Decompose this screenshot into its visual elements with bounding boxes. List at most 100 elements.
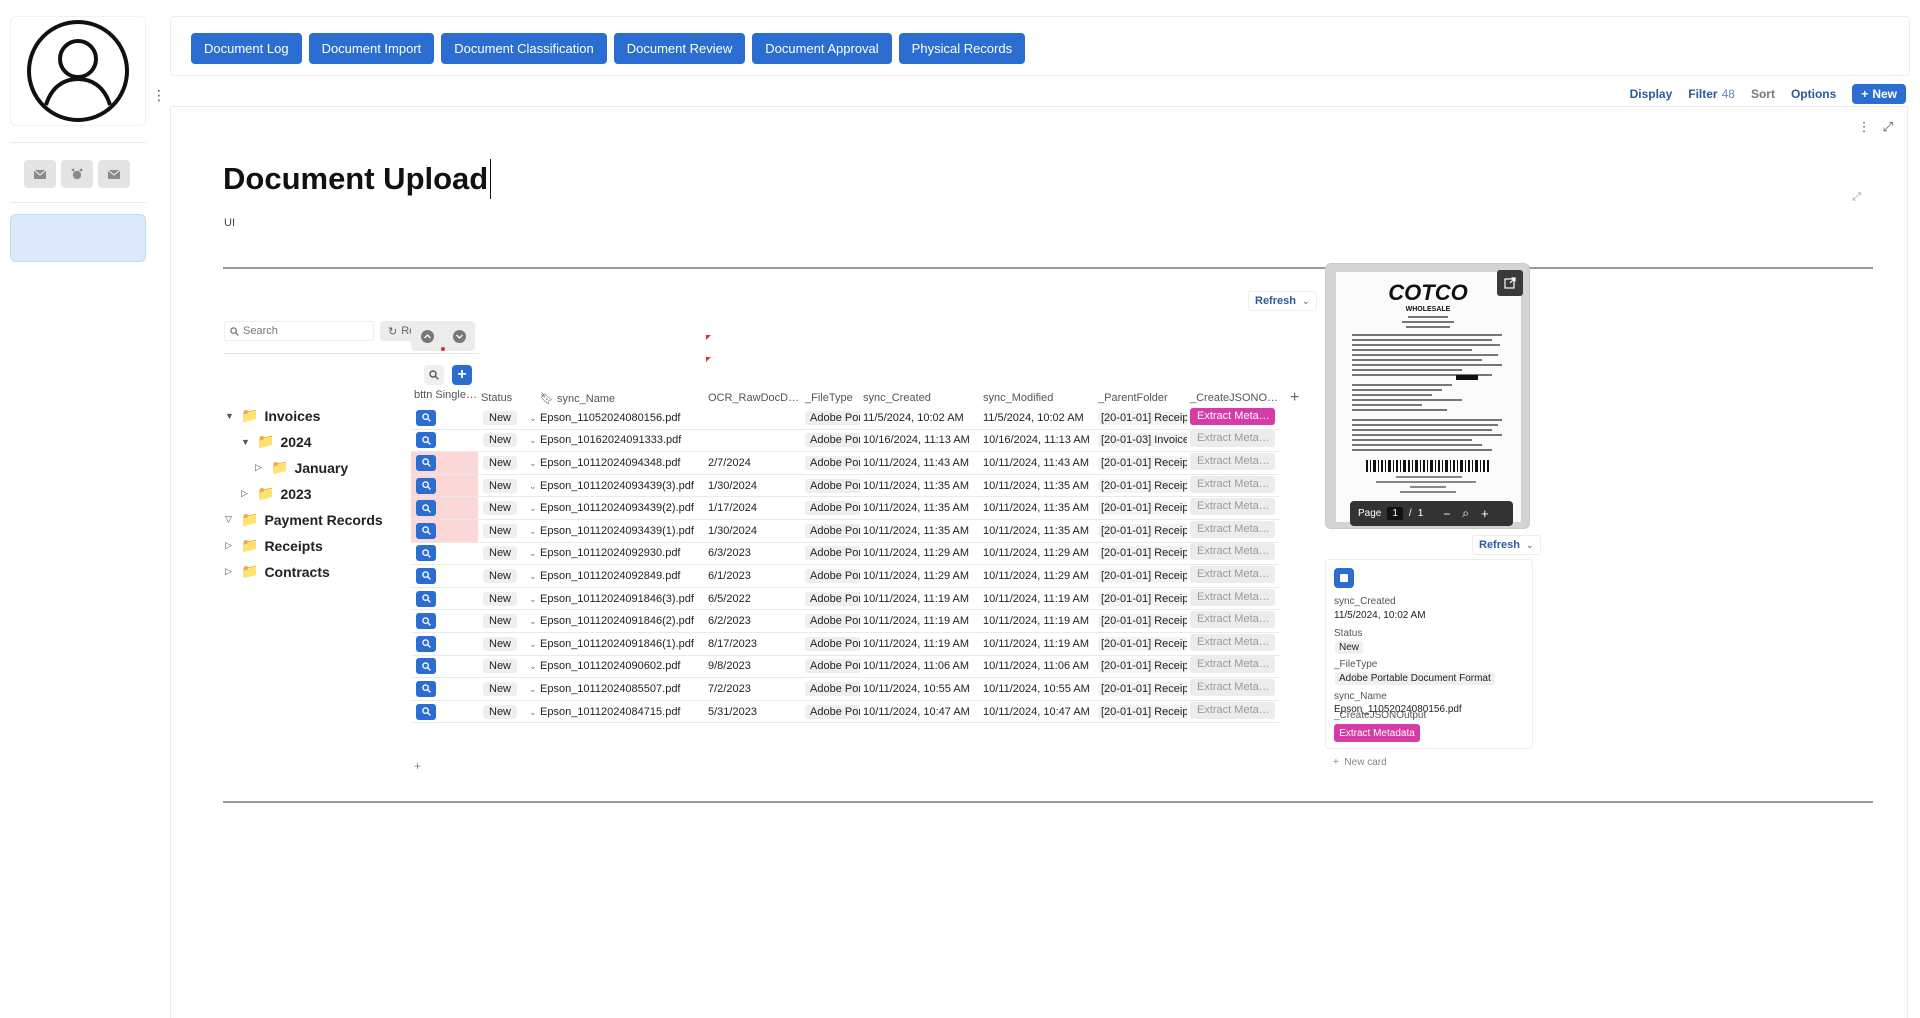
folder-cell[interactable]: [20-01-01] Receipts <box>1095 478 1187 493</box>
chevron-down-icon[interactable]: ⌄ <box>1526 540 1534 551</box>
extract-metadata-button[interactable]: Extract Metada... <box>1190 498 1275 516</box>
column-header[interactable]: _ParentFolder <box>1095 392 1187 404</box>
card-refresh-button[interactable]: Refresh ⌄ <box>1472 535 1541 555</box>
folder-cell[interactable]: [20-01-01] Receipts <box>1095 659 1187 674</box>
chevron-down-icon[interactable]: ⌄ <box>529 481 537 491</box>
status-cell[interactable]: New ⌄ <box>478 523 537 538</box>
record-icon[interactable] <box>1334 568 1354 588</box>
inspect-file-button[interactable] <box>416 658 436 675</box>
tree-search-input[interactable] <box>224 321 374 341</box>
nav-document-approval-button[interactable]: Document Approval <box>752 33 892 64</box>
column-header[interactable]: 🔖︎ sync_Name <box>537 392 705 405</box>
created-cell[interactable]: 10/11/2024, 10:55 AM <box>860 683 980 695</box>
status-cell[interactable]: New ⌄ <box>478 659 537 674</box>
table-row[interactable]: New ⌄ Epson_10112024092849.pdf 6/1/2023 Adob… <box>411 565 1279 588</box>
created-cell[interactable]: 10/11/2024, 11:19 AM <box>860 615 980 627</box>
zoom-out-icon[interactable]: − <box>1443 507 1450 521</box>
ocr-date-cell[interactable]: 6/1/2023 <box>705 570 802 582</box>
folder-cell[interactable]: [20-01-01] Receipts <box>1095 523 1187 538</box>
name-cell[interactable]: Epson_10112024093439(1).pdf <box>537 525 705 537</box>
filetype-cell[interactable]: Adobe Port <box>802 546 860 561</box>
filetype-cell[interactable]: Adobe Port <box>802 501 860 516</box>
filetype-cell[interactable]: Adobe Port <box>802 614 860 629</box>
extract-metadata-button[interactable]: Extract Metada... <box>1190 633 1275 651</box>
ocr-date-cell[interactable]: 2/7/2024 <box>705 457 802 469</box>
name-cell[interactable]: Epson_10112024090602.pdf <box>537 660 705 672</box>
table-row[interactable]: New ⌄ Epson_10162024091333.pdf Adobe Port 10… <box>411 430 1279 453</box>
chevron-down-icon[interactable]: ⌄ <box>529 571 537 581</box>
modified-cell[interactable]: 10/11/2024, 11:29 AM <box>980 547 1095 559</box>
caret-down-icon[interactable]: ▽ <box>225 514 235 525</box>
status-cell[interactable]: New ⌄ <box>478 681 537 696</box>
ocr-date-cell[interactable]: 7/2/2023 <box>705 683 802 695</box>
ocr-date-cell[interactable]: 6/5/2022 <box>705 593 802 605</box>
created-cell[interactable]: 10/11/2024, 11:19 AM <box>860 593 980 605</box>
modified-cell[interactable]: 10/11/2024, 10:47 AM <box>980 706 1095 718</box>
modified-cell[interactable]: 10/11/2024, 10:55 AM <box>980 683 1095 695</box>
extract-metadata-button[interactable]: Extract Metada... <box>1190 678 1275 696</box>
status-cell[interactable]: New ⌄ <box>478 478 537 493</box>
tree-node-receipts[interactable]: ▷ 📁 Receipts <box>225 537 323 554</box>
status-cell[interactable]: New ⌄ <box>478 410 537 425</box>
folder-cell[interactable]: [20-01-03] Invoices <box>1095 433 1187 448</box>
extract-metadata-button[interactable]: Extract Metada... <box>1190 452 1275 470</box>
extract-metadata-button[interactable]: Extract Metada... <box>1190 611 1275 629</box>
modified-cell[interactable]: 10/11/2024, 11:35 AM <box>980 525 1095 537</box>
column-header[interactable]: sync_Created <box>860 392 980 404</box>
nav-document-classification-button[interactable]: Document Classification <box>441 33 607 64</box>
name-cell[interactable]: Epson_10112024092930.pdf <box>537 547 705 559</box>
inspect-file-button[interactable] <box>416 613 436 630</box>
folder-cell[interactable]: [20-01-01] Receipts <box>1095 636 1187 651</box>
table-row[interactable]: New ⌄ Epson_10112024094348.pdf 2/7/2024 Adob… <box>411 452 1279 475</box>
expand-icon[interactable]: ⤢ <box>1852 191 1861 204</box>
column-header[interactable]: bttn Single File <box>411 389 478 407</box>
chevron-down-icon[interactable]: ⌄ <box>529 684 537 694</box>
inspect-file-button[interactable] <box>416 500 436 517</box>
ocr-date-cell[interactable]: 8/17/2023 <box>705 638 802 650</box>
expand-icon[interactable]: ⤢ <box>1883 119 1893 135</box>
modified-cell[interactable]: 10/11/2024, 11:35 AM <box>980 502 1095 514</box>
extract-metadata-button[interactable]: Extract Metada... <box>1190 565 1275 583</box>
zoom-in-icon[interactable]: + <box>1481 506 1489 521</box>
filetype-cell[interactable]: Adobe Port <box>802 681 860 696</box>
created-cell[interactable]: 10/16/2024, 11:13 AM <box>860 434 980 446</box>
extract-metadata-button[interactable]: Extract Metada... <box>1190 588 1275 606</box>
tree-node-invoices[interactable]: ▼ 📁 Invoices <box>225 407 320 424</box>
folder-cell[interactable]: [20-01-01] Receipts <box>1095 546 1187 561</box>
inspect-file-button[interactable] <box>416 522 436 539</box>
status-cell[interactable]: New ⌄ <box>478 433 537 448</box>
chevron-down-icon[interactable]: ⌄ <box>529 639 537 649</box>
chevron-down-icon[interactable]: ⌄ <box>529 503 537 513</box>
folder-cell[interactable]: [20-01-01] Receipts <box>1095 455 1187 470</box>
modified-cell[interactable]: 10/11/2024, 11:19 AM <box>980 638 1095 650</box>
caret-right-icon[interactable]: ▷ <box>255 462 265 473</box>
ocr-date-cell[interactable]: 5/31/2023 <box>705 706 802 718</box>
extract-metadata-button[interactable]: Extract Metada... <box>1190 520 1275 538</box>
created-cell[interactable]: 10/11/2024, 11:35 AM <box>860 525 980 537</box>
add-column-button[interactable]: + <box>1290 389 1299 407</box>
tree-node-2023[interactable]: ▷ 📁 2023 <box>241 485 312 502</box>
created-cell[interactable]: 10/11/2024, 11:35 AM <box>860 480 980 492</box>
chevron-down-icon[interactable]: ⌄ <box>529 413 537 423</box>
column-header[interactable]: OCR_RawDocDate <box>705 392 802 404</box>
extract-metadata-button[interactable]: Extract Metada... <box>1190 543 1275 561</box>
table-row[interactable]: New ⌄ Epson_10112024091846(1).pdf 8/17/2023… <box>411 633 1279 656</box>
ocr-date-cell[interactable]: 6/3/2023 <box>705 547 802 559</box>
display-button[interactable]: Display <box>1630 87 1673 101</box>
options-button[interactable]: Options <box>1791 87 1836 101</box>
inspect-file-button[interactable] <box>416 635 436 652</box>
folder-cell[interactable]: [20-01-01] Receipts <box>1095 591 1187 606</box>
table-row[interactable]: New ⌄ Epson_10112024093439(2).pdf 1/17/2024… <box>411 497 1279 520</box>
created-cell[interactable]: 10/11/2024, 11:43 AM <box>860 457 980 469</box>
table-row[interactable]: New ⌄ Epson_10112024093439(1).pdf 1/30/2024… <box>411 519 1279 543</box>
status-cell[interactable]: New ⌄ <box>478 455 537 470</box>
name-cell[interactable]: Epson_10162024091333.pdf <box>537 434 705 446</box>
tree-node-payment-records[interactable]: ▽ 📁 Payment Records <box>225 511 383 528</box>
caret-right-icon[interactable]: ▷ <box>225 540 235 551</box>
folder-cell[interactable]: [20-01-01] Receipts <box>1095 681 1187 696</box>
name-cell[interactable]: Epson_10112024085507.pdf <box>537 683 705 695</box>
column-header[interactable]: _FileType <box>802 392 860 404</box>
modified-cell[interactable]: 10/16/2024, 11:13 AM <box>980 434 1095 446</box>
extract-metadata-button[interactable]: Extract Metada... <box>1190 407 1275 425</box>
tree-search-button[interactable] <box>424 365 444 385</box>
